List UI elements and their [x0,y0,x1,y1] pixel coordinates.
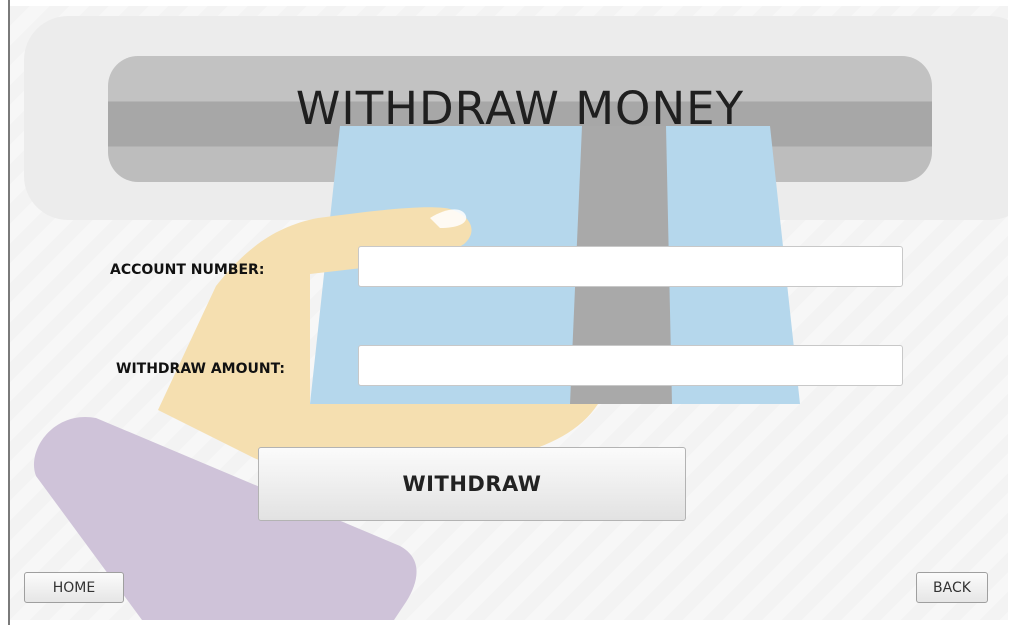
account-number-label: ACCOUNT NUMBER: [110,262,265,278]
withdraw-panel: WITHDRAW MONEY ACCOUNT NUMBER: WITHDRAW … [10,6,1008,620]
account-number-input[interactable] [358,246,903,287]
withdraw-amount-input[interactable] [358,345,903,386]
home-button[interactable]: HOME [24,572,124,603]
page-title: WITHDRAW MONEY [295,82,745,135]
app-window: WITHDRAW MONEY ACCOUNT NUMBER: WITHDRAW … [0,0,1011,625]
back-button[interactable]: BACK [916,572,988,603]
withdraw-button[interactable]: WITHDRAW [258,447,686,521]
window-left-border [0,0,10,625]
withdraw-amount-label: WITHDRAW AMOUNT: [116,361,285,377]
